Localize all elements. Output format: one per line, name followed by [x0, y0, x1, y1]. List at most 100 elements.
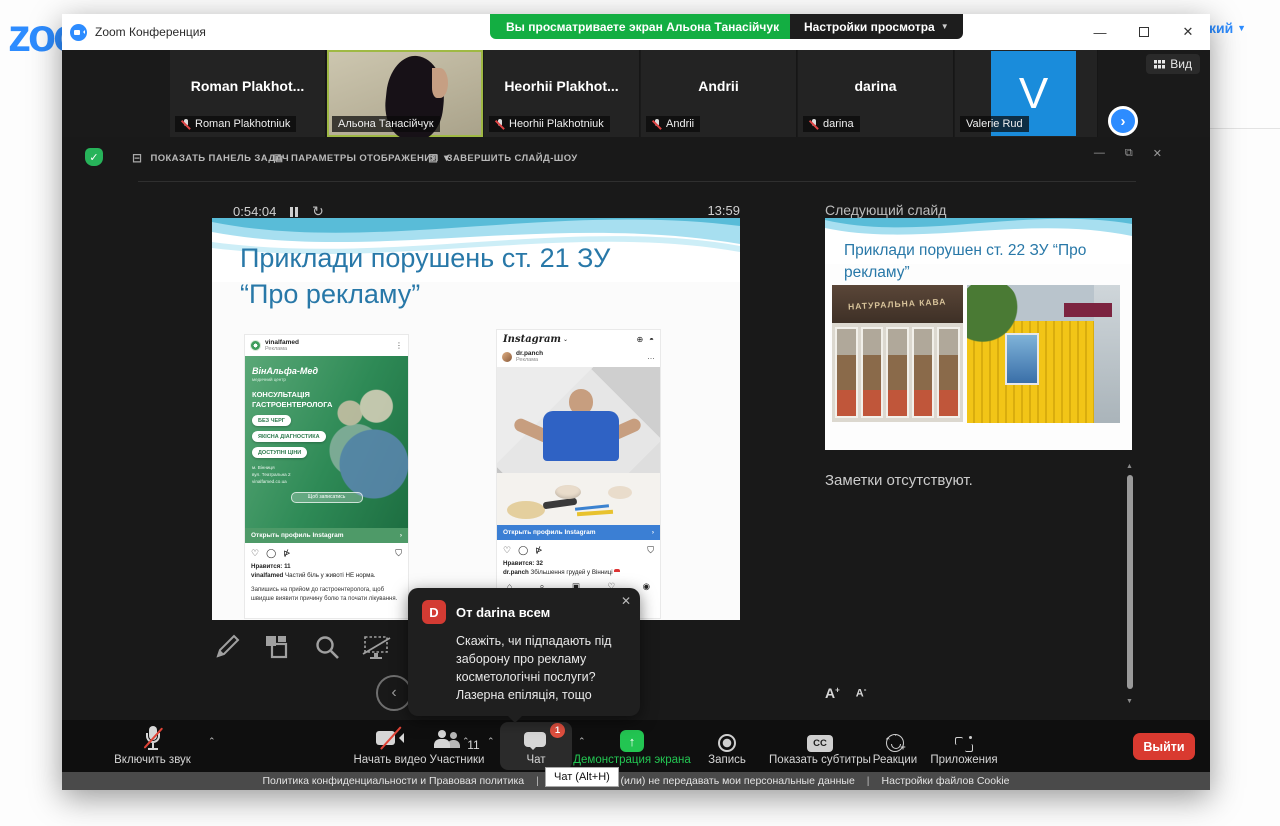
caret-down-icon: ▼: [1237, 23, 1246, 33]
ad-image: [497, 367, 660, 525]
speaker-notes: Заметки отсутствуют.: [825, 472, 973, 489]
audio-options-chevron[interactable]: ⌃: [208, 736, 216, 747]
ad-pill: БЕЗ ЧЕРГ: [252, 415, 291, 426]
scroll-up-icon[interactable]: ▲: [1126, 463, 1133, 470]
title-bar: Zoom Конференция Вы просматриваете экран…: [62, 14, 1210, 50]
record-icon: [718, 734, 736, 752]
participants-count: 11: [467, 738, 479, 752]
view-settings-dropdown[interactable]: Настройки просмотра▼: [790, 14, 963, 39]
show-taskbar-button[interactable]: ⊟ ПОКАЗАТЬ ПАНЕЛЬ ЗАДАЧ: [132, 151, 289, 165]
ad-pill: ДОСТУПНІ ЦІНИ: [252, 447, 307, 458]
reactions-button[interactable]: + Реакции: [864, 720, 926, 772]
display-options-button[interactable]: ⧉ ПАРАМЕТРЫ ОТОБРАЖЕНИЯ ▼: [274, 151, 452, 166]
presenter-window-controls: — ⧉ ✕: [1094, 147, 1162, 160]
post-username: vinalfamed: [265, 339, 299, 346]
muted-mic-icon: [181, 119, 191, 130]
notes-scrollbar[interactable]: ▲ ▼: [1125, 465, 1135, 703]
open-profile-bar: Открыть профиль Instagram›: [497, 525, 660, 540]
bookmark-icon: ⛉: [395, 548, 402, 559]
maximize-icon: [1139, 27, 1149, 37]
chat-badge: 1: [550, 723, 565, 738]
participant-tile-speaker[interactable]: Альона Танасійчук: [327, 50, 483, 137]
maximize-button[interactable]: [1122, 14, 1166, 50]
separator: |: [867, 775, 870, 787]
coffee-shop-photo: НАТУРАЛЬНА КАВА: [832, 285, 963, 422]
participants-options-chevron[interactable]: ⌃: [487, 736, 495, 747]
post-text: Запишись на прийом до гастроентеролога, …: [245, 581, 408, 604]
implant: [555, 485, 581, 499]
sponsored-tag: Реклама: [516, 357, 543, 363]
chat-popup-header: D От darina всем: [408, 588, 640, 628]
pen-tool-button[interactable]: [212, 632, 242, 662]
participant-tile[interactable]: V Valerie Rud: [955, 50, 1098, 137]
post-caption: dr.panch Збільшення грудей у Вінниці: [497, 567, 660, 578]
chevron-down-icon: ⌄: [563, 336, 568, 343]
post-actions: ♡ ◯ ⋫ ⛉: [497, 540, 660, 558]
ad-location: м. Вінниця вул. Театральна 2 vinalfamed.…: [252, 465, 408, 486]
scrollbar-thumb[interactable]: [1127, 475, 1133, 689]
apps-button[interactable]: Приложения: [924, 720, 1004, 772]
increase-font-button[interactable]: A+: [825, 685, 840, 701]
next-slide-label: Следующий слайд: [825, 202, 946, 218]
arrow-right-icon: ›: [400, 532, 402, 539]
unmute-button[interactable]: Включить звук: [90, 720, 215, 772]
scroll-down-icon[interactable]: ▼: [1126, 698, 1133, 705]
slide-title: Приклади порушень ст. 21 ЗУ “Про рекламу…: [240, 240, 710, 313]
zoom-slide-button[interactable]: [312, 632, 342, 662]
pencil: [577, 509, 613, 515]
end-slideshow-button[interactable]: ⊠ ЗАВЕРШИТЬ СЛАЙД-ШОУ: [428, 151, 578, 165]
minimize-button[interactable]: —: [1078, 14, 1122, 50]
captions-button[interactable]: CC Показать субтитры: [760, 720, 880, 772]
chat-popup-title: От darina всем: [456, 605, 550, 620]
participant-name: Roman Plakhot...: [170, 78, 325, 94]
restore-button[interactable]: ⧉: [1125, 147, 1133, 160]
participant-tile[interactable]: darina darina: [798, 50, 954, 137]
post-actions: ♡ ◯ ⋫ ⛉: [245, 543, 408, 561]
plate: [507, 501, 545, 519]
new-post-icon: ⊕: [636, 335, 643, 344]
current-time: 13:59: [692, 203, 740, 218]
record-button[interactable]: Запись: [697, 720, 757, 772]
share-screen-button[interactable]: ↑ Демонстрация экрана: [562, 720, 702, 772]
next-slide-preview: Приклади порушен ст. 22 ЗУ “Про рекламу”…: [825, 218, 1132, 450]
messenger-icon: ◓: [649, 335, 654, 344]
sender-avatar: D: [422, 600, 446, 624]
close-icon[interactable]: ✕: [621, 594, 631, 608]
zoom-app-icon: [70, 24, 87, 41]
pause-timer-button[interactable]: [290, 207, 298, 217]
see-all-slides-button[interactable]: [262, 632, 292, 662]
decrease-font-button[interactable]: A-: [856, 685, 867, 701]
previous-slide-button[interactable]: ‹: [376, 675, 412, 711]
cc-icon: CC: [807, 735, 833, 752]
participant-label: Valerie Rud: [960, 116, 1029, 132]
storefront-sign: НАТУРАЛЬНА КАВА: [848, 296, 947, 311]
chat-message-popup[interactable]: ✕ D От darina всем Скажіть, чи підпадают…: [408, 588, 640, 716]
leave-button[interactable]: Выйти: [1133, 733, 1195, 760]
ad-cta-button: Щоб записатись: [291, 492, 363, 503]
language-selector[interactable]: кий ▼: [1209, 20, 1246, 36]
minimize-button[interactable]: —: [1094, 147, 1105, 160]
black-screen-button[interactable]: [362, 632, 392, 662]
security-shield-icon[interactable]: ✓: [85, 148, 103, 166]
participant-tile[interactable]: Heorhii Plakhot... Heorhii Plakhotniuk: [484, 50, 640, 137]
window-controls: — ✕: [1078, 14, 1210, 50]
doctor-scrubs: [543, 411, 619, 461]
participant-tile[interactable]: Andrii Andrii: [641, 50, 797, 137]
view-button[interactable]: Вид: [1146, 54, 1200, 74]
next-participants-button[interactable]: ›: [1108, 106, 1138, 136]
participant-tile[interactable]: Roman Plakhot... Roman Plakhotniuk: [170, 50, 326, 137]
post-header: vinalfamed Реклама ⋮: [245, 335, 408, 356]
next-slide-title: Приклади порушен ст. 22 ЗУ “Про рекламу”: [844, 240, 1119, 285]
cookie-settings-link[interactable]: Настройки файлов Cookie: [882, 775, 1010, 787]
arrow-right-icon: ›: [652, 529, 654, 536]
more-options-icon: ⋮: [395, 341, 403, 350]
slides-grid-icon: [264, 634, 290, 660]
share-screen-icon: ↑: [620, 730, 644, 752]
close-button[interactable]: ✕: [1166, 14, 1210, 50]
grid-view-icon: [1154, 60, 1165, 69]
display-icon: ⧉: [274, 151, 283, 166]
privacy-policy-link[interactable]: Политика конфиденциальности и Правовая п…: [262, 775, 524, 787]
close-button[interactable]: ✕: [1153, 147, 1162, 160]
post-header: dr.panch Реклама …: [497, 346, 660, 367]
chat-message-text: Скажіть, чи підпадають під заборону про …: [408, 628, 640, 705]
